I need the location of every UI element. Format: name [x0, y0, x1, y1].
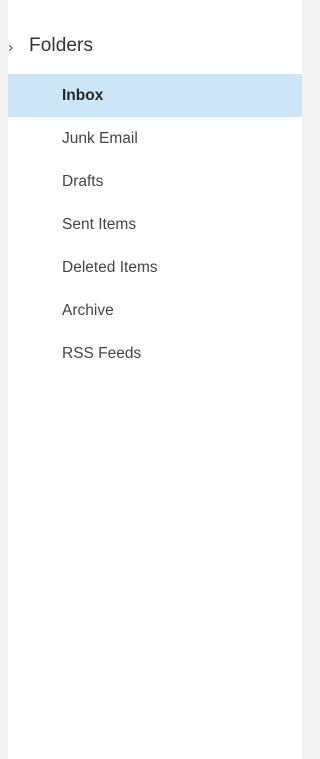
folder-item-junk-email[interactable]: Junk Email — [8, 117, 302, 160]
folder-list: Inbox Junk Email Drafts Sent Items Delet… — [8, 74, 302, 375]
folder-item-drafts[interactable]: Drafts — [8, 160, 302, 203]
folder-item-inbox[interactable]: Inbox — [8, 74, 302, 117]
folder-item-archive[interactable]: Archive — [8, 289, 302, 332]
folders-section-title: Folders — [29, 35, 94, 56]
collapse-chevron-icon[interactable] — [7, 44, 15, 52]
folder-item-deleted-items[interactable]: Deleted Items — [8, 246, 302, 289]
folder-item-rss-feeds[interactable]: RSS Feeds — [8, 332, 302, 375]
folders-section-header[interactable]: Folders — [0, 32, 302, 64]
folder-item-sent-items[interactable]: Sent Items — [8, 203, 302, 246]
left-gutter — [0, 0, 8, 759]
